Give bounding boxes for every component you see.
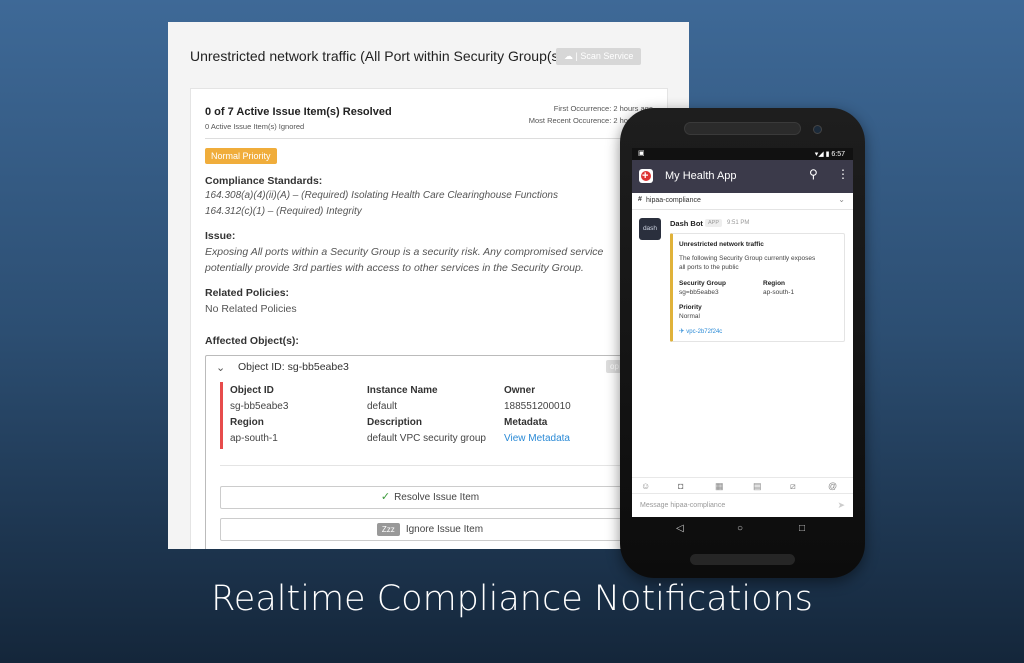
signal-icon: ▾◢ ▮ <box>814 151 832 158</box>
attachment-text: The following Security Group currently e… <box>679 255 816 262</box>
chevron-down-icon[interactable]: ⌄ <box>216 361 225 374</box>
phone-speaker-bottom <box>690 554 795 565</box>
issue-label: Issue: <box>205 230 236 242</box>
ignored-count: 0 Active Issue Item(s) Ignored <box>205 122 305 131</box>
standards-label: Compliance Standards: <box>205 175 323 187</box>
android-nav-bar: ◁ ○ □ <box>632 517 853 543</box>
caption: Realtime Compliance Notifications <box>211 579 813 619</box>
vpc-link[interactable]: vpc-2b72f24c <box>686 329 722 335</box>
phone-camera <box>813 125 822 134</box>
send-icon[interactable]: ➤ <box>837 500 845 511</box>
view-metadata-link[interactable]: View Metadata <box>504 433 570 444</box>
message-time: 9:51 PM <box>727 220 750 226</box>
app-bar: My Health App ⚲ ⋮ <box>632 160 853 193</box>
ignore-issue-button[interactable]: Zzz Ignore Issue Item <box>220 518 640 541</box>
resolve-issue-button[interactable]: ✓ Resolve Issue Item <box>220 486 640 509</box>
recents-icon[interactable]: □ <box>799 523 805 534</box>
issue-card: 0 of 7 Active Issue Item(s) Resolved 0 A… <box>190 88 668 549</box>
phone-speaker <box>684 122 801 135</box>
resolve-label: Resolve Issue Item <box>394 492 480 503</box>
composer-toolbar: ☺ ◘ ▦ ▤ ⧄ @ <box>632 477 853 493</box>
object-header[interactable]: Object ID: sg-bb5eabe3 <box>238 361 349 373</box>
emoji-icon[interactable]: ☺ <box>641 481 650 491</box>
message-composer[interactable]: Message hipaa-compliance ➤ <box>632 493 853 517</box>
divider <box>205 138 653 139</box>
attachment-title: Unrestricted network traffic <box>679 241 764 248</box>
slash-command-icon[interactable]: ⧄ <box>790 481 796 492</box>
bot-name: Dash Bot <box>670 219 703 228</box>
priority-badge: Normal Priority <box>205 148 277 164</box>
priority-value: Normal <box>679 313 700 320</box>
attachment-text: all ports to the public <box>679 264 739 271</box>
avatar: dash <box>639 218 661 240</box>
description-value: default VPC security group <box>367 433 486 444</box>
related-policies-label: Related Policies: <box>205 287 290 299</box>
ignore-label: Ignore Issue Item <box>405 524 484 535</box>
region-label: Region <box>230 417 264 428</box>
owner-value: 188551200010 <box>504 401 571 412</box>
checkmark-icon: ✓ <box>380 491 391 503</box>
phone-screen: ▣ ▾◢ ▮ 6:57 My Health App ⚲ ⋮ # hipaa-co… <box>632 148 853 517</box>
owner-label: Owner <box>504 385 536 396</box>
phone-mockup: ▣ ▾◢ ▮ 6:57 My Health App ⚲ ⋮ # hipaa-co… <box>620 108 865 578</box>
scan-service-button[interactable]: ☁ | Scan Service <box>556 48 642 65</box>
issue-text: Exposing All ports within a Security Gro… <box>205 246 604 258</box>
region-value: ap-south-1 <box>230 433 278 444</box>
object-id-value: sg-bb5eabe3 <box>230 401 289 412</box>
standard-item: 164.312(c)(1) – (Required) Integrity <box>205 206 362 217</box>
message-attachment: Unrestricted network traffic The followi… <box>670 233 845 342</box>
standard-item: 164.308(a)(4)(ii)(A) – (Required) Isolat… <box>205 190 558 201</box>
object-id-label: Object ID <box>230 385 274 396</box>
issue-title: Unrestricted network traffic (All Port w… <box>190 48 568 64</box>
search-icon[interactable]: ⚲ <box>809 167 818 181</box>
instance-name-value: default <box>367 401 398 412</box>
divider <box>220 465 667 466</box>
region-value: ap-south-1 <box>763 289 795 296</box>
chevron-down-icon[interactable]: ⌄ <box>838 195 845 204</box>
metadata-label: Metadata <box>504 417 548 428</box>
related-policies-value: No Related Policies <box>205 303 297 315</box>
hash-icon: # <box>638 196 642 203</box>
compliance-issue-panel: Unrestricted network traffic (All Port w… <box>168 22 689 549</box>
camera-icon[interactable]: ◘ <box>678 481 683 491</box>
mention-icon[interactable]: @ <box>828 481 837 491</box>
notification-icon: ▣ <box>638 150 645 157</box>
status-bar: ▣ ▾◢ ▮ 6:57 <box>632 148 853 160</box>
channel-bar[interactable]: # hipaa-compliance ⌄ <box>632 193 853 210</box>
file-icon[interactable]: ▤ <box>753 481 762 492</box>
sg-value: sg=bb5eabe3 <box>679 289 719 296</box>
message-input[interactable]: Message hipaa-compliance <box>640 502 725 509</box>
severity-bar <box>220 382 223 449</box>
sg-label: Security Group <box>679 280 726 287</box>
home-icon[interactable]: ○ <box>737 523 743 534</box>
app-title: My Health App <box>665 170 737 182</box>
snooze-icon: Zzz <box>376 523 400 536</box>
clock: 6:57 <box>831 151 845 158</box>
instance-name-label: Instance Name <box>367 385 438 396</box>
region-label: Region <box>763 280 786 287</box>
affected-objects-label: Affected Object(s): <box>205 335 299 347</box>
affected-object-box: ⌄ Object ID: sg-bb5eabe3 op Object ID sg… <box>205 355 667 549</box>
issue-text: potentially provide 3rd parties with acc… <box>205 262 584 274</box>
more-icon[interactable]: ⋮ <box>837 167 849 181</box>
back-icon[interactable]: ◁ <box>676 523 684 534</box>
resolved-count: 0 of 7 Active Issue Item(s) Resolved <box>205 106 392 118</box>
priority-label: Priority <box>679 304 702 311</box>
description-label: Description <box>367 417 423 428</box>
app-tag: APP <box>705 219 723 227</box>
app-logo-icon <box>639 169 653 183</box>
channel-name: hipaa-compliance <box>646 197 701 204</box>
gallery-icon[interactable]: ▦ <box>715 481 724 492</box>
